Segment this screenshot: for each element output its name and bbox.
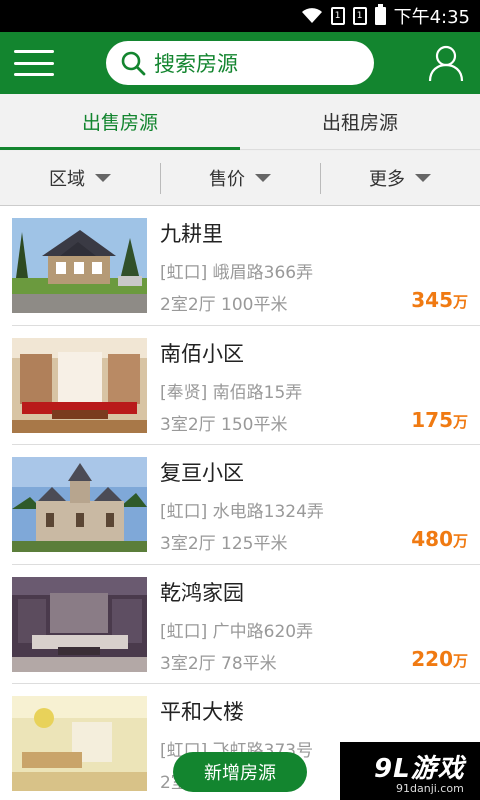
listing-name: 南佰小区 [160,341,244,366]
listing-name: 九耕里 [160,222,223,246]
listing-spec: 3室2厅 78平米 [160,653,277,674]
house-photo [12,337,147,433]
search-input[interactable]: 搜索房源 [106,41,374,85]
house-photo [12,576,147,672]
house-photo [12,457,147,552]
menu-icon[interactable] [14,50,54,76]
listing-list: 九耕里 [虹口] 峨眉路366弄 2室2厅 100平米 345万 南佰小区 [奉… [0,206,480,800]
search-placeholder: 搜索房源 [154,52,238,76]
sim2-icon: 1 [352,7,367,25]
listing-name: 复亘小区 [160,461,244,485]
caret-down-icon [415,174,431,182]
tab-for-rent[interactable]: 出租房源 [240,94,480,149]
filter-price[interactable]: 售价 [160,151,320,205]
list-item[interactable]: 九耕里 [虹口] 峨眉路366弄 2室2厅 100平米 345万 [12,206,480,326]
listing-address: [虹口] 广中路620弄 [160,621,314,642]
filter-bar: 区域 售价 更多 [0,151,480,206]
listing-address: [奉贤] 南佰路15弄 [160,382,303,403]
house-photo [12,696,147,791]
user-icon[interactable] [428,44,464,82]
listing-spec: 3室2厅 125平米 [160,534,288,554]
sim1-icon: 1 [330,7,345,25]
listing-price: 345万 [411,288,468,312]
listing-tabs: 出售房源 出租房源 [0,94,480,150]
filter-label: 区域 [49,169,85,190]
filter-label: 更多 [369,169,405,190]
listing-address: [虹口] 水电路1324弄 [160,502,324,522]
list-item[interactable]: 乾鸿家园 [虹口] 广中路620弄 3室2厅 78平米 220万 [12,565,480,684]
status-bar: 1 1 下午4:35 [0,0,480,32]
listing-spec: 2室2厅 100平米 [160,295,288,315]
list-item[interactable]: 复亘小区 [虹口] 水电路1324弄 3室2厅 125平米 480万 [12,445,480,565]
watermark-url: 91danji.com [396,782,464,795]
listing-price: 480万 [411,527,468,551]
listing-address: [虹口] 峨眉路366弄 [160,263,314,283]
search-icon [121,51,146,76]
listing-spec: 3室2厅 150平米 [160,414,288,435]
filter-district[interactable]: 区域 [0,151,160,205]
filter-more[interactable]: 更多 [320,151,480,205]
caret-down-icon [255,174,271,182]
listing-price: 220万 [411,646,468,671]
caret-down-icon [95,174,111,182]
list-item[interactable]: 南佰小区 [奉贤] 南佰路15弄 3室2厅 150平米 175万 [12,326,480,445]
watermark-logo: 9L游戏 [374,754,465,784]
wifi-icon [301,7,323,25]
clock: 下午4:35 [393,7,470,28]
listing-name: 平和大楼 [160,700,244,724]
battery-icon [374,4,386,25]
filter-label: 售价 [209,169,245,190]
top-bar: 搜索房源 [0,32,480,94]
house-photo [12,218,147,313]
tab-for-sale[interactable]: 出售房源 [0,94,240,150]
listing-name: 乾鸿家园 [160,580,244,605]
watermark: 9L游戏 91danji.com [340,742,480,800]
add-listing-button[interactable]: 新增房源 [173,752,307,792]
listing-price: 175万 [411,407,468,432]
